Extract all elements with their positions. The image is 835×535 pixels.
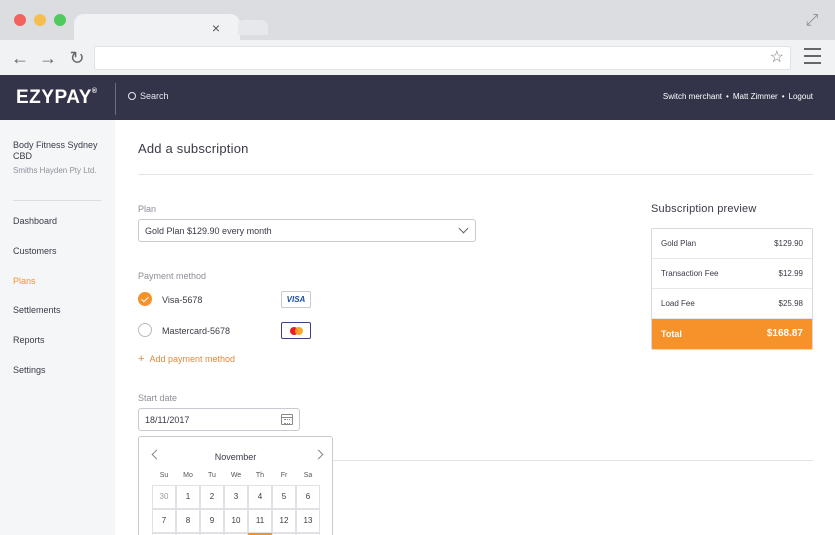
tab-close-icon[interactable]: × bbox=[206, 18, 226, 38]
search-label: Search bbox=[140, 91, 169, 101]
sidebar-item-customers[interactable]: Customers bbox=[13, 246, 57, 256]
calendar-day[interactable]: 5 bbox=[272, 485, 296, 509]
browser-chrome: × ⤢ ← → ↻ ☆ bbox=[0, 0, 835, 75]
calendar-day[interactable]: 9 bbox=[200, 509, 224, 533]
preview-row: Load Fee $25.98 bbox=[652, 289, 812, 319]
calendar-weekday: Mo bbox=[183, 472, 193, 479]
payment-radio-mastercard[interactable] bbox=[138, 323, 152, 337]
preview-row-value: $12.99 bbox=[778, 269, 803, 278]
title-divider bbox=[138, 174, 813, 175]
calendar-day[interactable]: 13 bbox=[296, 509, 320, 533]
add-payment-method-link[interactable]: + Add payment method bbox=[138, 353, 235, 365]
merchant-company: Smiths Hayden Pty Ltd. bbox=[13, 166, 97, 175]
add-payment-method-label: Add payment method bbox=[149, 354, 235, 364]
header-links: Switch merchant • Matt Zimmer • Logout bbox=[662, 92, 813, 101]
calendar-day[interactable]: 7 bbox=[152, 509, 176, 533]
start-date-label: Start date bbox=[138, 393, 178, 403]
preview-row-label: Gold Plan bbox=[661, 239, 697, 248]
calendar-day[interactable]: 10 bbox=[224, 509, 248, 533]
sidebar: Body Fitness Sydney CBD Smiths Hayden Pt… bbox=[0, 120, 115, 535]
plan-select[interactable]: Gold Plan $129.90 every month bbox=[138, 219, 476, 242]
payment-method-label: Payment method bbox=[138, 271, 207, 281]
calendar-weekday: We bbox=[230, 472, 242, 479]
preview-total: Total $168.87 bbox=[652, 319, 812, 349]
address-bar[interactable]: ☆ bbox=[94, 46, 791, 70]
payment-label-visa[interactable]: Visa-5678 bbox=[162, 295, 202, 305]
window-close-dot[interactable] bbox=[14, 14, 26, 26]
page-title: Add a subscription bbox=[138, 141, 249, 156]
sidebar-divider bbox=[13, 200, 101, 201]
preview-row-value: $129.90 bbox=[774, 239, 803, 248]
calendar-weekday: Tu bbox=[208, 472, 216, 479]
calendar-day[interactable]: 2 bbox=[200, 485, 224, 509]
preview-title: Subscription preview bbox=[651, 203, 757, 215]
calendar-weekday: Sa bbox=[303, 472, 313, 479]
window-minimize-dot[interactable] bbox=[34, 14, 46, 26]
reload-icon[interactable]: ↻ bbox=[67, 48, 87, 68]
tab-strip: × ⤢ bbox=[0, 0, 835, 41]
calendar-weekday: Fr bbox=[280, 472, 288, 479]
expand-icon[interactable]: ⤢ bbox=[802, 12, 822, 30]
search-icon bbox=[128, 92, 136, 100]
search-button[interactable]: Search bbox=[128, 91, 169, 101]
visa-card-icon: VISA bbox=[281, 291, 311, 308]
plus-icon: + bbox=[138, 353, 145, 365]
mastercard-icon bbox=[281, 322, 311, 339]
plan-label: Plan bbox=[138, 204, 157, 214]
payment-radio-visa[interactable] bbox=[138, 292, 152, 306]
sidebar-item-reports[interactable]: Reports bbox=[13, 335, 45, 345]
sidebar-item-settlements[interactable]: Settlements bbox=[13, 305, 61, 315]
preview-row: Transaction Fee $12.99 bbox=[652, 259, 812, 289]
browser-tab-new[interactable] bbox=[238, 20, 268, 35]
calendar-day[interactable]: 3 bbox=[224, 485, 248, 509]
calendar-weekday: Th bbox=[255, 472, 265, 479]
forward-arrow-icon[interactable]: → bbox=[38, 48, 58, 68]
calendar-day[interactable]: 6 bbox=[296, 485, 320, 509]
ezypay-logo[interactable]: EZYPAY® bbox=[16, 87, 98, 109]
sidebar-item-dashboard[interactable]: Dashboard bbox=[13, 216, 57, 226]
calendar-day[interactable]: 1 bbox=[176, 485, 200, 509]
calendar-day[interactable]: 4 bbox=[248, 485, 272, 509]
calendar-day[interactable]: 11 bbox=[248, 509, 272, 533]
sidebar-item-plans[interactable]: Plans bbox=[13, 276, 36, 286]
preview-row-value: $25.98 bbox=[778, 299, 803, 308]
header-divider bbox=[115, 83, 116, 115]
browser-toolbar: ← → ↻ ☆ bbox=[0, 40, 835, 75]
subscription-preview: Gold Plan $129.90 Transaction Fee $12.99… bbox=[651, 228, 813, 350]
calendar-month: November bbox=[214, 452, 257, 462]
date-picker: November Su Mo Tu We Th Fr Sa 30 1 2 3 4 5 6 7 8 9 10 11 12… bbox=[138, 436, 333, 535]
chevron-down-icon bbox=[458, 223, 469, 234]
merchant-name: Body Fitness Sydney CBD bbox=[13, 140, 98, 161]
preview-row-label: Load Fee bbox=[661, 299, 695, 308]
window-zoom-dot[interactable] bbox=[54, 14, 66, 26]
user-menu-link[interactable]: Matt Zimmer bbox=[733, 92, 778, 101]
browser-menu-icon[interactable] bbox=[804, 48, 821, 64]
calendar-icon[interactable] bbox=[281, 414, 293, 425]
back-arrow-icon[interactable]: ← bbox=[10, 48, 30, 68]
payment-label-mastercard[interactable]: Mastercard-5678 bbox=[162, 326, 230, 336]
logout-link[interactable]: Logout bbox=[789, 92, 813, 101]
switch-merchant-link[interactable]: Switch merchant bbox=[663, 92, 722, 101]
calendar-weekday: Su bbox=[159, 472, 169, 479]
start-date-input[interactable]: 18/11/2017 bbox=[138, 408, 300, 431]
preview-total-label: Total bbox=[661, 329, 682, 339]
start-date-value: 18/11/2017 bbox=[145, 415, 190, 425]
calendar-day[interactable]: 30 bbox=[152, 485, 176, 509]
calendar-day[interactable]: 12 bbox=[272, 509, 296, 533]
preview-row: Gold Plan $129.90 bbox=[652, 229, 812, 259]
preview-row-label: Transaction Fee bbox=[661, 269, 719, 278]
bookmark-star-icon[interactable]: ☆ bbox=[770, 49, 784, 67]
sidebar-item-settings[interactable]: Settings bbox=[13, 365, 46, 375]
section-divider bbox=[333, 460, 813, 461]
plan-select-value: Gold Plan $129.90 every month bbox=[145, 226, 272, 236]
calendar-day[interactable]: 8 bbox=[176, 509, 200, 533]
preview-total-value: $168.87 bbox=[766, 328, 803, 339]
app-header: EZYPAY® Search Switch merchant • Matt Zimm… bbox=[0, 75, 835, 120]
